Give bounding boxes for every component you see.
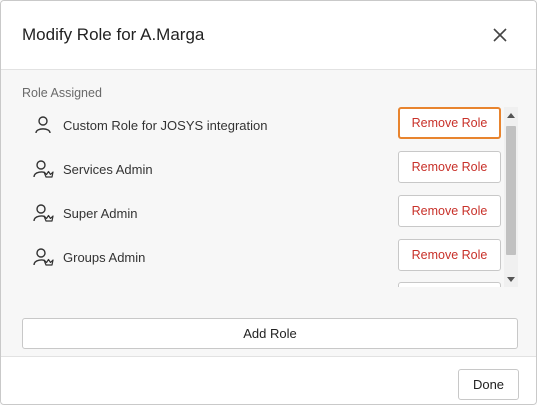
role-row: Custom Role for JOSYS integration Remove… [22, 107, 502, 141]
role-row: Groups Admin Remove Role [22, 239, 502, 273]
role-assigned-label: Role Assigned [22, 86, 102, 100]
role-list-scrollbar[interactable] [504, 107, 518, 287]
dialog-header: Modify Role for A.Marga [1, 1, 536, 70]
done-button[interactable]: Done [458, 369, 519, 400]
dialog-footer: Done [1, 356, 536, 404]
admin-user-icon [32, 158, 54, 180]
remove-role-button[interactable]: Remove Role [398, 195, 501, 227]
remove-role-button[interactable]: Remove Role [398, 239, 501, 271]
scroll-up-icon[interactable] [507, 113, 515, 118]
remove-role-button[interactable]: Remove Role [398, 107, 501, 139]
dialog-title: Modify Role for A.Marga [22, 25, 205, 44]
scroll-thumb[interactable] [506, 126, 516, 255]
remove-role-button-partial[interactable] [398, 282, 501, 287]
role-row: Super Admin Remove Role [22, 195, 502, 229]
remove-role-button[interactable]: Remove Role [398, 151, 501, 183]
role-row-partial [22, 282, 502, 287]
user-icon [32, 114, 54, 136]
role-name: Custom Role for JOSYS integration [63, 118, 268, 133]
role-name: Super Admin [63, 206, 138, 221]
admin-user-icon [32, 202, 54, 224]
close-icon[interactable] [490, 25, 510, 45]
role-name: Services Admin [63, 162, 153, 177]
scroll-down-icon[interactable] [507, 277, 515, 282]
modify-role-dialog: Modify Role for A.Marga Role Assigned Cu… [0, 0, 537, 405]
role-list: Custom Role for JOSYS integration Remove… [22, 107, 519, 287]
role-row: Services Admin Remove Role [22, 151, 502, 185]
role-name: Groups Admin [63, 250, 146, 265]
admin-user-icon [32, 246, 54, 268]
add-role-button[interactable]: Add Role [22, 318, 518, 349]
